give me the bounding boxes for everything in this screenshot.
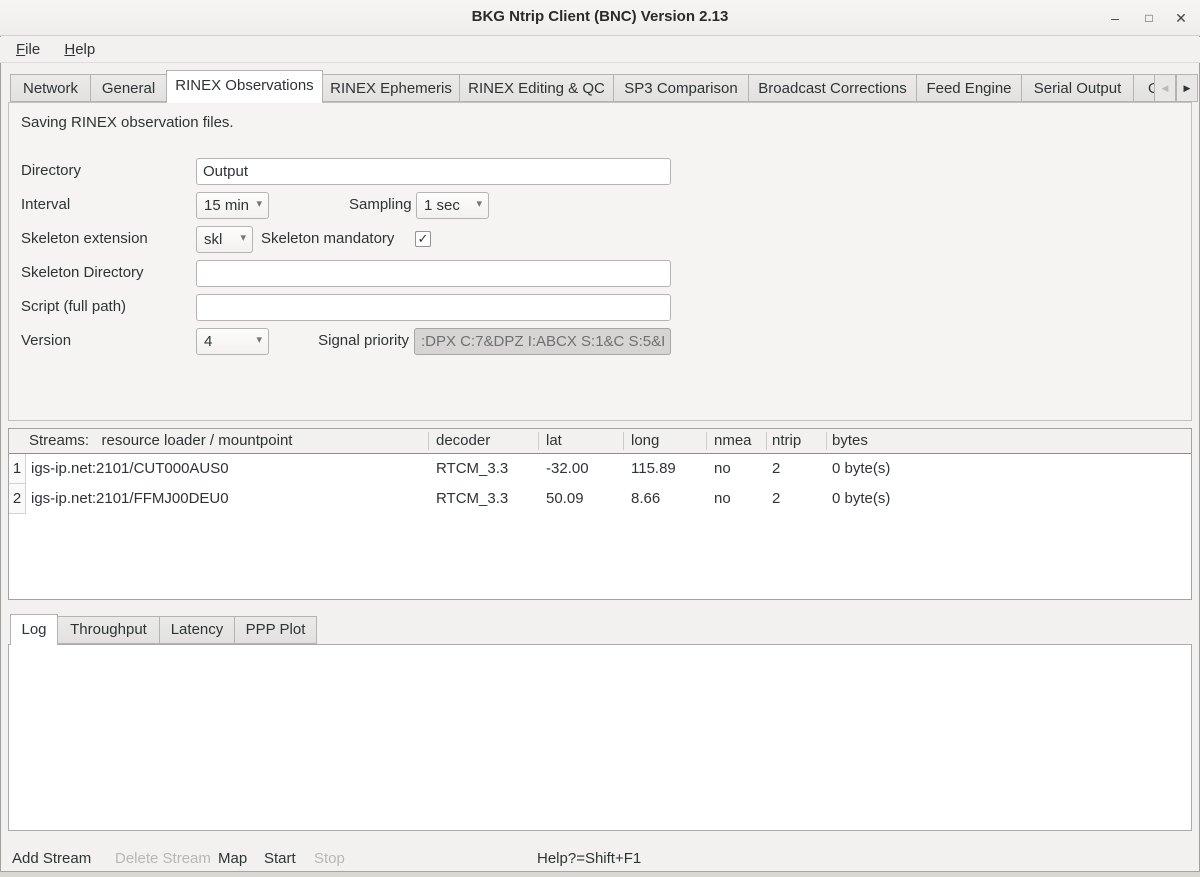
table-row[interactable]: 2 igs-ip.net:2101/FFMJ00DEU0 RTCM_3.3 50… [9,484,1191,514]
directory-label: Directory [21,161,81,181]
row-number: 1 [9,454,26,484]
stop-button[interactable]: Stop [314,845,345,872]
table-row[interactable]: 1 igs-ip.net:2101/CUT000AUS0 RTCM_3.3 -3… [9,454,1191,484]
col-header-decoder[interactable]: decoder [436,429,490,453]
log-tab-bar: Log Throughput Latency PPP Plot [0,614,1200,645]
cell-ntrip: 2 [772,484,780,514]
action-bar: Add Stream Delete Stream Map Start Stop … [0,845,1200,872]
col-header-bytes[interactable]: bytes [832,429,868,453]
sampling-label: Sampling [349,195,411,215]
directory-input[interactable] [196,158,671,185]
tab-serial-output[interactable]: Serial Output [1021,74,1134,102]
chevron-down-icon: ▾ [256,197,262,210]
interval-value: 15 min [204,196,249,216]
menu-bar: File Help [0,37,1200,63]
close-icon[interactable]: ✕ [1170,7,1192,29]
col-header-mountpoint[interactable]: Streams: resource loader / mountpoint [29,429,292,453]
tab-throughput[interactable]: Throughput [57,616,160,644]
chevron-down-icon: ▾ [256,333,262,346]
tab-sp3-comparison[interactable]: SP3 Comparison [613,74,749,102]
version-value: 4 [204,332,212,352]
main-tab-bar: Network General RINEX Observations RINEX… [0,70,1200,103]
tab-rinex-editing-qc[interactable]: RINEX Editing & QC [459,74,614,102]
rinex-observations-pane: Saving RINEX observation files. Director… [8,102,1192,421]
skeleton-extension-label: Skeleton extension [21,229,148,249]
tab-general[interactable]: General [90,74,167,102]
cell-bytes: 0 byte(s) [832,454,890,484]
tab-log[interactable]: Log [10,614,58,645]
col-header-lat[interactable]: lat [546,429,562,453]
menu-help[interactable]: Help [60,40,99,59]
map-button[interactable]: Map [218,845,247,872]
skeleton-extension-value: skl [204,230,222,250]
cell-lat: -32.00 [546,454,589,484]
log-output-area[interactable] [8,644,1192,831]
chevron-down-icon: ▾ [240,231,246,244]
version-label: Version [21,331,71,351]
tab-ppp-plot[interactable]: PPP Plot [234,616,317,644]
tab-latency[interactable]: Latency [159,616,235,644]
column-separator [623,432,624,450]
script-input[interactable] [196,294,671,321]
tab-scroll-left-icon[interactable]: ◀ [1154,74,1176,102]
help-shortcut-hint: Help?=Shift+F1 [537,845,641,872]
col-header-nmea[interactable]: nmea [714,429,752,453]
menu-file[interactable]: File [12,40,44,59]
tab-rinex-observations[interactable]: RINEX Observations [166,70,323,103]
cell-bytes: 0 byte(s) [832,484,890,514]
skeleton-directory-input[interactable] [196,260,671,287]
minimize-icon[interactable]: – [1104,7,1126,29]
tab-outages-clipped[interactable]: Ou [1133,74,1154,102]
checkmark-icon: ✓ [418,231,429,246]
skeleton-mandatory-label: Skeleton mandatory [261,229,394,249]
column-separator [766,432,767,450]
streams-table-header: Streams: resource loader / mountpoint de… [9,429,1191,454]
col-header-long[interactable]: long [631,429,659,453]
window-title: BKG Ntrip Client (BNC) Version 2.13 [0,8,1200,25]
signal-priority-label: Signal priority [304,331,409,351]
tab-broadcast-corrections[interactable]: Broadcast Corrections [748,74,917,102]
column-separator [538,432,539,450]
delete-stream-button[interactable]: Delete Stream [115,845,211,872]
skeleton-mandatory-checkbox[interactable]: ✓ [415,231,431,247]
sampling-select[interactable]: 1 sec ▾ [416,192,489,219]
bnc-window: BKG Ntrip Client (BNC) Version 2.13 – □ … [0,0,1200,877]
tab-scroll-right-icon[interactable]: ▶ [1176,74,1198,102]
cell-long: 8.66 [631,484,660,514]
version-select[interactable]: 4 ▾ [196,328,269,355]
tab-network[interactable]: Network [10,74,91,102]
row-number: 2 [9,484,26,514]
cell-lat: 50.09 [546,484,584,514]
skeleton-extension-select[interactable]: skl ▾ [196,226,253,253]
column-separator [826,432,827,450]
col-header-ntrip[interactable]: ntrip [772,429,801,453]
title-bar: BKG Ntrip Client (BNC) Version 2.13 – □ … [0,0,1200,36]
chevron-down-icon: ▾ [476,197,482,210]
add-stream-button[interactable]: Add Stream [12,845,91,872]
cell-mountpoint: igs-ip.net:2101/CUT000AUS0 [31,454,229,484]
interval-label: Interval [21,195,70,215]
tab-rinex-ephemeris[interactable]: RINEX Ephemeris [322,74,460,102]
signal-priority-input [414,328,671,355]
sampling-value: 1 sec [424,196,460,216]
interval-select[interactable]: 15 min ▾ [196,192,269,219]
cell-long: 115.89 [631,454,676,484]
cell-ntrip: 2 [772,454,780,484]
column-separator [706,432,707,450]
skeleton-directory-label: Skeleton Directory [21,263,144,283]
cell-decoder: RTCM_3.3 [436,484,508,514]
cell-decoder: RTCM_3.3 [436,454,508,484]
script-label: Script (full path) [21,297,126,317]
streams-table: Streams: resource loader / mountpoint de… [8,428,1192,600]
cell-mountpoint: igs-ip.net:2101/FFMJ00DEU0 [31,484,229,514]
tab-feed-engine[interactable]: Feed Engine [916,74,1022,102]
window-bottom-edge [0,871,1200,877]
cell-nmea: no [714,454,731,484]
tab-strip: Network General RINEX Observations RINEX… [0,70,1154,103]
column-separator [428,432,429,450]
pane-description: Saving RINEX observation files. [21,113,234,133]
cell-nmea: no [714,484,731,514]
maximize-icon[interactable]: □ [1138,7,1160,29]
start-button[interactable]: Start [264,845,296,872]
